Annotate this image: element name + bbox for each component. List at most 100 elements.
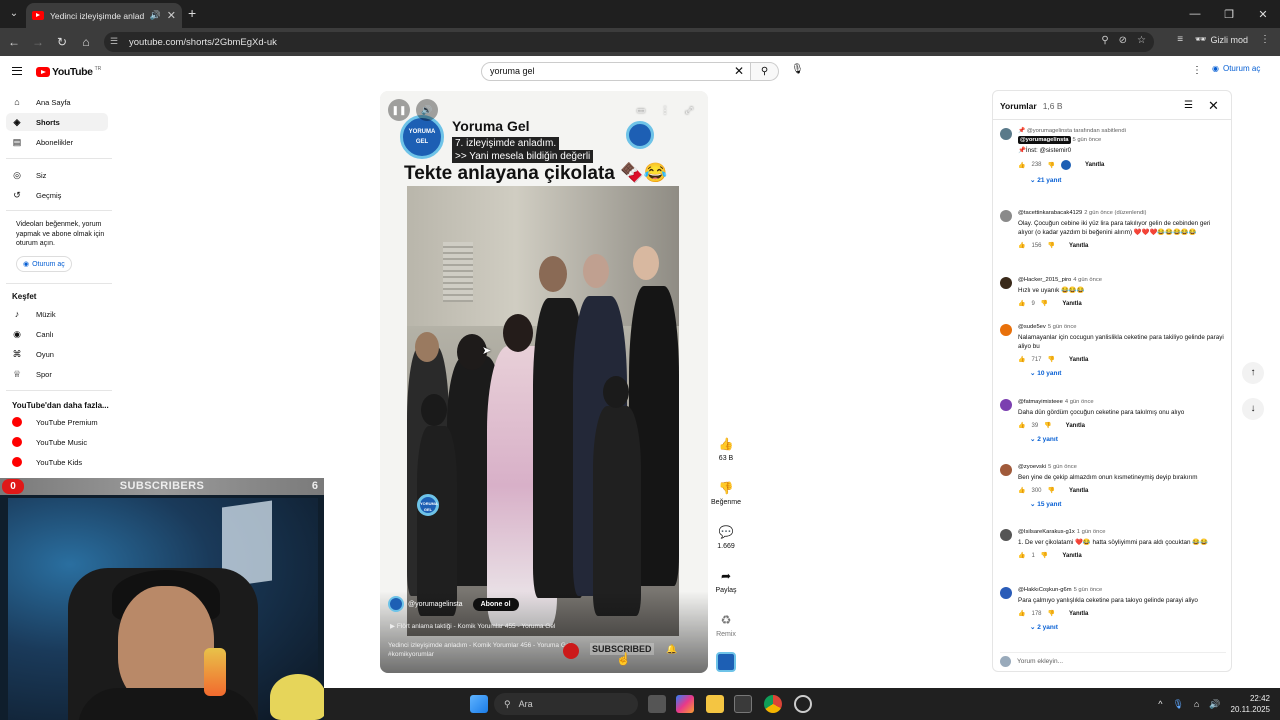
site-info-icon[interactable]: ☰ — [110, 36, 118, 47]
network-icon[interactable]: ⌂ — [1194, 699, 1199, 709]
app-icon[interactable] — [794, 695, 812, 713]
comment-author[interactable]: @tacettinkarabacak4129 — [1018, 210, 1082, 216]
video-frame[interactable]: YORUMA GEL Yoruma Gel 7. izleyişimde anl… — [380, 91, 708, 673]
player-more-icon[interactable]: ⋮ — [654, 99, 676, 121]
comment-avatar[interactable] — [1000, 128, 1012, 140]
clock[interactable]: 22:42 20.11.2025 — [1231, 693, 1270, 715]
pause-icon[interactable]: ❚❚ — [388, 99, 410, 121]
tracking-protection-icon[interactable]: ⊘ — [1119, 35, 1127, 46]
home-icon[interactable]: ⌂ — [78, 34, 94, 50]
reply-button[interactable]: Yanıtla — [1069, 611, 1088, 617]
comment-author[interactable]: @sude5ev — [1018, 324, 1046, 330]
search-button[interactable]: ⚲ — [751, 62, 779, 81]
comment-author[interactable]: @yorumagelinsta — [1018, 136, 1071, 144]
remix-button[interactable]: ♻ Remix — [706, 612, 746, 638]
mic-icon[interactable]: 🎙 — [1172, 699, 1183, 710]
sidebar-signin-button[interactable]: ◉ Oturum aç — [16, 256, 72, 272]
sidebar-item-sports[interactable]: ♕ Spor — [6, 365, 108, 383]
thumb-up-icon[interactable]: 👍 — [1018, 162, 1025, 169]
thumb-up-icon[interactable]: 👍 — [1018, 487, 1025, 494]
signin-button[interactable]: ◉ Oturum aç — [1212, 64, 1260, 73]
comment-avatar[interactable] — [1000, 277, 1012, 289]
like-button[interactable]: 👍 63 B — [706, 436, 746, 462]
reply-button[interactable]: Yanıtla — [1069, 488, 1088, 494]
reply-button[interactable]: Yanıtla — [1069, 357, 1088, 363]
comment-author[interactable]: @fatmayimisteee — [1018, 399, 1063, 405]
window-close-icon[interactable]: ✕ — [1246, 0, 1280, 28]
thumb-up-icon[interactable]: 👍 — [1018, 356, 1025, 363]
thumb-down-icon[interactable]: 👎 — [1048, 356, 1055, 363]
incognito-indicator[interactable]: 🕶 Gizli mod — [1195, 34, 1248, 45]
dislike-button[interactable]: 👎 Beğenme — [706, 480, 746, 506]
sidebar-item-gaming[interactable]: ⌘ Oyun — [6, 345, 108, 363]
copilot-icon[interactable] — [676, 695, 694, 713]
next-short-button[interactable]: ↓ — [1242, 398, 1264, 420]
tab-close-icon[interactable]: ✕ — [167, 9, 176, 22]
file-explorer-icon[interactable] — [706, 695, 724, 713]
restore-icon[interactable]: ❐ — [1212, 0, 1246, 28]
sidebar-item-music-app[interactable]: YouTube Music — [6, 433, 108, 451]
sidebar-item-subscriptions[interactable]: ▤ Abonelikler — [6, 133, 108, 151]
settings-more-icon[interactable]: ⋮ — [1192, 65, 1202, 76]
show-replies-button[interactable]: ⌄ 15 yanıt — [1030, 500, 1226, 508]
thumb-down-icon[interactable]: 👎 — [1048, 162, 1055, 169]
reply-button[interactable]: Yanıtla — [1062, 553, 1081, 559]
thumb-down-icon[interactable]: 👎 — [1041, 300, 1048, 307]
comment-avatar[interactable] — [1000, 529, 1012, 541]
related-video-link[interactable]: ▶ Flört anlama taktiği - Komik Yorumlar … — [390, 622, 555, 630]
subscribe-button[interactable]: Abone ol — [472, 597, 519, 611]
captions-icon[interactable]: ▭ — [630, 99, 652, 121]
tab-search-icon[interactable]: ⌄ — [6, 6, 22, 22]
back-icon[interactable]: ← — [6, 34, 22, 50]
bookmark-star-icon[interactable]: ☆ — [1137, 35, 1146, 46]
sound-avatar[interactable] — [716, 652, 736, 672]
sidebar-item-live[interactable]: ◉ Canlı — [6, 325, 108, 343]
chevron-up-icon[interactable]: ^ — [1158, 699, 1162, 709]
reply-button[interactable]: Yanıtla — [1085, 162, 1104, 168]
fullscreen-icon[interactable]: ⤢ — [678, 99, 700, 121]
sidebar-item-music[interactable]: ♪ Müzik — [6, 305, 108, 323]
store-icon[interactable] — [734, 695, 752, 713]
sidebar-item-shorts[interactable]: ◈ Shorts — [6, 113, 108, 131]
thumb-down-icon[interactable]: 👎 — [1048, 610, 1055, 617]
show-replies-button[interactable]: ⌄ 2 yanıt — [1030, 435, 1226, 443]
media-control-icon[interactable]: ≡ — [1177, 34, 1183, 45]
comment-avatar[interactable] — [1000, 399, 1012, 411]
comment-avatar[interactable] — [1000, 464, 1012, 476]
browser-menu-icon[interactable]: ⋮ — [1260, 34, 1270, 45]
sidebar-item-kids[interactable]: YouTube Kids — [6, 453, 108, 471]
sidebar-item-premium[interactable]: YouTube Premium — [6, 413, 108, 431]
thumb-up-icon[interactable]: 👍 — [1018, 610, 1025, 617]
channel-handle[interactable]: @yorumagelinsta — [408, 601, 463, 608]
audio-playing-icon[interactable]: 🔊 — [150, 10, 161, 21]
sidebar-item-history[interactable]: ↺ Geçmiş — [6, 186, 108, 204]
start-icon[interactable] — [470, 695, 488, 713]
thumb-down-icon[interactable]: 👎 — [1048, 487, 1055, 494]
comment-avatar[interactable] — [1000, 324, 1012, 336]
guide-menu-icon[interactable] — [12, 67, 22, 75]
comment-author[interactable]: @Hacker_2015_piro — [1018, 277, 1071, 283]
comment-avatar[interactable] — [1000, 587, 1012, 599]
forward-icon[interactable]: → — [30, 34, 46, 50]
comment-avatar[interactable] — [1000, 210, 1012, 222]
thumb-up-icon[interactable]: 👍 — [1018, 422, 1025, 429]
task-view-icon[interactable] — [648, 695, 666, 713]
new-tab-icon[interactable]: + — [188, 6, 196, 20]
sort-icon[interactable]: ☰ — [1184, 100, 1193, 111]
add-comment-field[interactable]: Yorum ekleyin... — [1000, 652, 1226, 667]
youtube-logo[interactable]: YouTube TR — [36, 66, 101, 78]
comment-author[interactable]: @HakkıCoşkun-g6m — [1018, 587, 1072, 593]
reply-button[interactable]: Yanıtla — [1066, 423, 1085, 429]
show-replies-button[interactable]: ⌄ 10 yanıt — [1030, 369, 1226, 377]
comments-button[interactable]: 💬 1.669 — [706, 524, 746, 550]
shorts-player[interactable]: YORUMA GEL Yoruma Gel 7. izleyişimde anl… — [380, 91, 708, 673]
url-text[interactable]: youtube.com/shorts/2GbmEgXd-uk — [129, 37, 277, 48]
thumb-up-icon[interactable]: 👍 — [1018, 552, 1025, 559]
thumb-up-icon[interactable]: 👍 — [1018, 300, 1025, 307]
thumb-down-icon[interactable]: 👎 — [1041, 552, 1048, 559]
taskbar-search[interactable]: ⚲ Ara — [494, 693, 638, 715]
volume-icon[interactable]: 🔊 — [416, 99, 438, 121]
close-comments-icon[interactable]: ✕ — [1208, 98, 1219, 114]
show-replies-button[interactable]: ⌄ 21 yanıt — [1030, 176, 1226, 184]
sidebar-item-you[interactable]: ◎ Siz — [6, 166, 108, 184]
